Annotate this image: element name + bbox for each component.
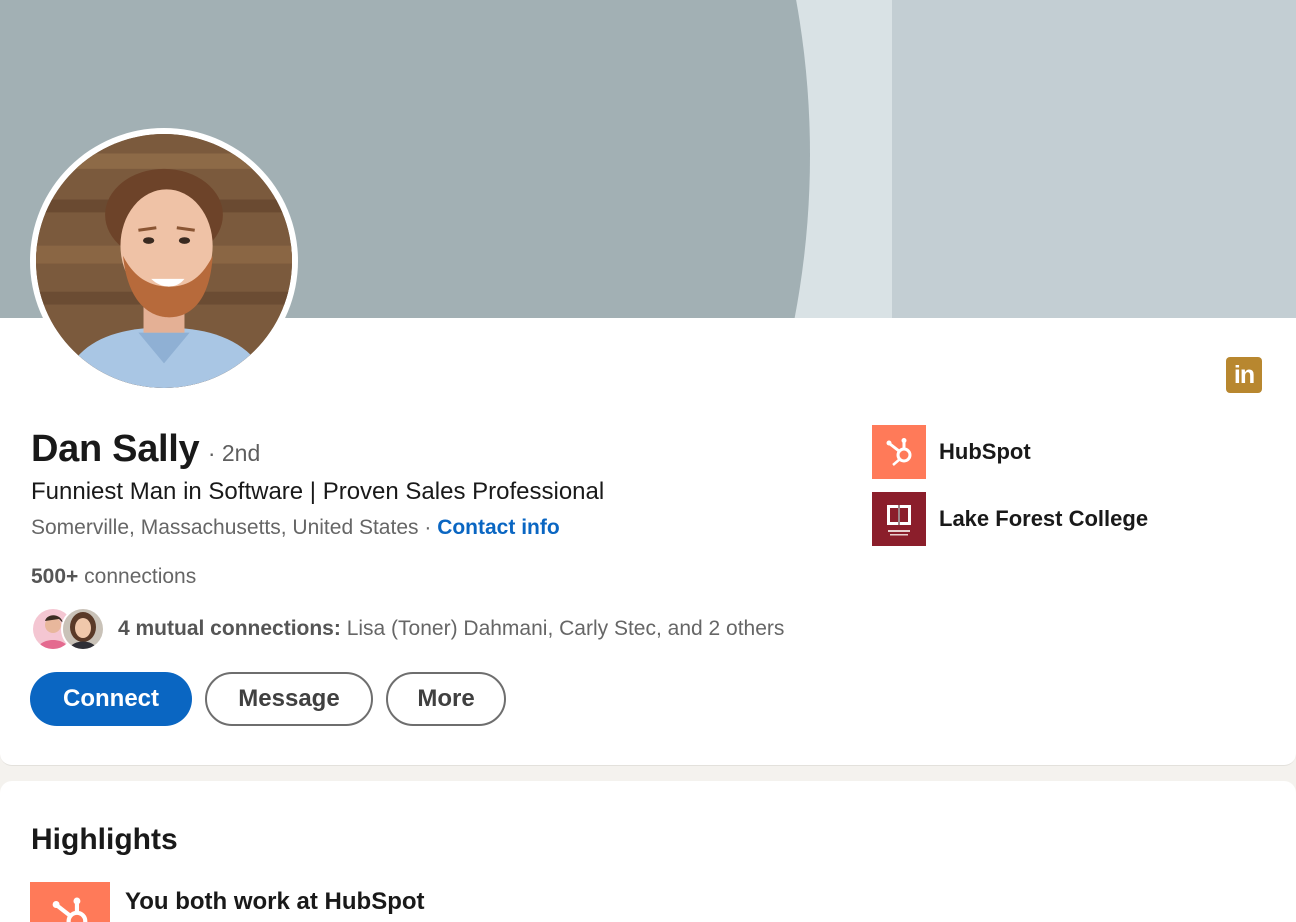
hubspot-logo-icon	[30, 882, 110, 922]
org-name: HubSpot	[939, 439, 1031, 464]
lake-forest-college-logo-icon	[872, 492, 926, 546]
highlight-item[interactable]: You both work at HubSpot	[30, 882, 425, 922]
connection-degree: · 2nd	[207, 440, 261, 466]
profile-actions: Connect Message More	[30, 672, 506, 726]
mutual-avatars	[31, 605, 107, 653]
profile-name: Dan Sally	[31, 428, 200, 470]
avatar	[61, 607, 105, 651]
location-separator: ·	[424, 516, 432, 539]
linkedin-premium-icon[interactable]: in	[1226, 357, 1262, 393]
profile-headline: Funniest Man in Software | Proven Sales …	[31, 478, 605, 505]
connections-count[interactable]: 500+ connections	[31, 565, 196, 589]
mutual-connections[interactable]: 4 mutual connections: Lisa (Toner) Dahma…	[31, 604, 911, 654]
mutual-connections-label: 4 mutual connections:	[118, 617, 341, 640]
organizations-list: HubSpot Lake Forest College	[872, 425, 1148, 559]
message-button[interactable]: Message	[205, 672, 373, 726]
highlights-title: Highlights	[31, 823, 178, 856]
profile-photo	[36, 134, 292, 388]
highlights-card: Highlights You both work at HubSpot	[0, 781, 1296, 922]
mutual-connections-text: 4 mutual connections: Lisa (Toner) Dahma…	[118, 617, 784, 641]
hubspot-logo-icon	[872, 425, 926, 479]
connect-button[interactable]: Connect	[30, 672, 192, 726]
profile-card: in Dan Sally · 2nd Funniest Man in Softw…	[0, 0, 1296, 766]
more-button[interactable]: More	[386, 672, 506, 726]
highlight-text: You both work at HubSpot	[125, 888, 425, 915]
org-item-lake-forest-college[interactable]: Lake Forest College	[872, 492, 1148, 546]
profile-avatar[interactable]	[30, 128, 298, 394]
org-item-hubspot[interactable]: HubSpot	[872, 425, 1148, 479]
org-name: Lake Forest College	[939, 506, 1149, 531]
mutual-connections-names: Lisa (Toner) Dahmani, Carly Stec, and 2 …	[346, 617, 785, 640]
profile-location: Somerville, Massachusetts, United States	[31, 516, 419, 539]
connections-number: 500+	[31, 565, 79, 588]
contact-info-link[interactable]: Contact info	[437, 516, 559, 539]
name-row: Dan Sally · 2nd	[31, 428, 260, 471]
location-row: Somerville, Massachusetts, United States…	[31, 516, 560, 540]
connections-label: connections	[84, 565, 197, 588]
profile-page: in Dan Sally · 2nd Funniest Man in Softw…	[0, 0, 1296, 922]
